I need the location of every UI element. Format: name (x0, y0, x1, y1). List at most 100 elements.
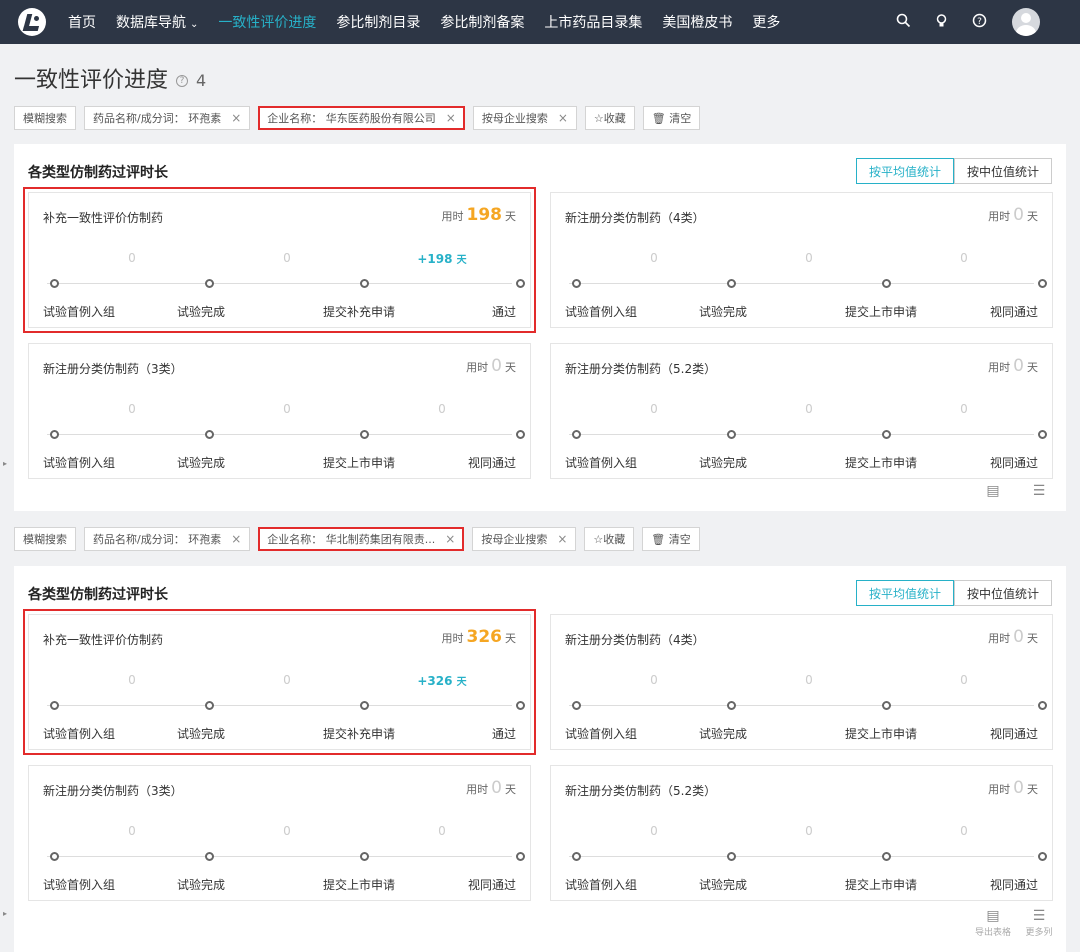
avatar[interactable] (1012, 8, 1040, 36)
timeline-node (360, 279, 369, 288)
nav-more[interactable]: 更多 (752, 12, 780, 32)
segment-value: 0 (650, 824, 658, 838)
duration-days: 198 (466, 205, 503, 225)
timeline-node (572, 430, 581, 439)
duration-label: 用时 (988, 783, 1011, 796)
segment-value: 0 (283, 402, 291, 416)
favorite-button-label: ☆收藏 (593, 112, 626, 125)
duration-card: 新注册分类仿制药（4类） 用时 0 天 0 0 0 试验首例入组 试验完成 提交上市申请 视同通过 (550, 614, 1053, 750)
nav-consistency-progress[interactable]: 一致性评价进度 (218, 12, 316, 32)
duration: 用时 0 天 (988, 778, 1038, 798)
filter-chip-label: 药品名称/成分词： 环孢素 (93, 533, 222, 546)
timeline-node (1038, 701, 1047, 710)
list-columns-icon[interactable]: ☰ (1016, 484, 1062, 498)
step-label: 试验完成 (177, 878, 226, 892)
clear-button[interactable]: 🗑 清空 (642, 106, 701, 130)
step-label: 提交上市申请 (845, 878, 918, 892)
step-label: 试验首例入组 (565, 878, 638, 892)
help-circle-icon[interactable]: ? (176, 75, 189, 87)
expand-arrow-icon[interactable]: ▸ (0, 906, 10, 922)
card-title: 补充一致性评价仿制药 (43, 633, 164, 647)
timeline-node (572, 701, 581, 710)
filter-chip[interactable]: 按母企业搜索 × (472, 106, 577, 130)
median-toggle-button[interactable]: 按中位值统计 (953, 158, 1052, 184)
segment-value: 0 (650, 402, 658, 416)
nav-reference-filing[interactable]: 参比制剂备案 (440, 12, 524, 32)
step-label: 视同通过 (989, 878, 1038, 892)
nav-orange-book[interactable]: 美国橙皮书 (662, 12, 732, 32)
duration: 用时 0 天 (466, 778, 516, 798)
timeline-node (727, 430, 736, 439)
average-toggle-button[interactable]: 按平均值统计 (855, 158, 954, 184)
median-toggle-button[interactable]: 按中位值统计 (953, 580, 1052, 606)
table-export-icon[interactable]: ▤ (970, 484, 1016, 498)
card-title: 新注册分类仿制药（3类） (43, 784, 183, 798)
segment-days: 0 (382, 402, 502, 416)
segment-value: 0 (438, 402, 446, 416)
expand-arrow-icon[interactable]: ▸ (0, 456, 10, 472)
filter-chip[interactable]: 药品名称/成分词： 环孢素 × (84, 527, 251, 551)
nav-database[interactable]: 数据库导航 ⌄ (116, 12, 198, 32)
result-count: 4 (196, 70, 207, 90)
segment-value: 0 (283, 824, 291, 838)
average-toggle-button[interactable]: 按平均值统计 (855, 580, 954, 606)
segment-days: 0 (749, 402, 869, 416)
filter-chip[interactable]: 按母企业搜索 × (472, 527, 577, 551)
segment-days: 0 (749, 251, 869, 265)
duration-label: 用时 (466, 361, 489, 374)
timeline-node (882, 852, 891, 861)
segment-value: 0 (960, 251, 968, 265)
segment-value: 0 (650, 673, 658, 687)
close-icon[interactable]: × (557, 532, 567, 546)
bulb-icon[interactable] (922, 13, 960, 32)
list-columns-icon[interactable]: ☰ 更多列 (1016, 909, 1062, 940)
help-icon[interactable]: ? (960, 13, 998, 32)
duration-unit: 天 (505, 361, 516, 374)
segment-value: 0 (805, 402, 813, 416)
filter-chip[interactable]: 企业名称： 华东医药股份有限公司 × (258, 106, 465, 130)
step-label: 试验首例入组 (43, 727, 116, 741)
duration-days: 0 (1013, 356, 1024, 376)
segment-days: 0 (227, 251, 347, 265)
segment-value: 0 (283, 673, 291, 687)
table-export-icon[interactable]: ▤ 导出表格 (970, 909, 1016, 940)
segment-days: 0 (72, 673, 192, 687)
filter-chip[interactable]: 药品名称/成分词： 环孢素 × (84, 106, 251, 130)
filter-chip[interactable]: 企业名称： 华北制药集团有限责... × (258, 527, 465, 551)
duration-label: 用时 (441, 210, 464, 223)
timeline-node (360, 430, 369, 439)
close-icon[interactable]: × (231, 532, 241, 546)
fuzzy-search-chip-label: 模糊搜索 (23, 112, 67, 125)
timeline-node (882, 701, 891, 710)
step-label: 试验完成 (699, 727, 748, 741)
segment-days: 0 (904, 251, 1024, 265)
close-icon[interactable]: × (446, 111, 456, 125)
section-title: 各类型仿制药过评时长 (28, 165, 168, 181)
step-label: 试验首例入组 (565, 305, 638, 319)
segment-value: 0 (128, 251, 136, 265)
timeline-node (205, 852, 214, 861)
timeline-node (205, 430, 214, 439)
app-logo[interactable] (18, 8, 46, 36)
fuzzy-search-chip[interactable]: 模糊搜索 (14, 106, 76, 130)
search-icon[interactable] (884, 13, 922, 32)
timeline-node (882, 279, 891, 288)
fuzzy-search-chip[interactable]: 模糊搜索 (14, 527, 76, 551)
duration-card: 新注册分类仿制药（4类） 用时 0 天 0 0 0 试验首例入组 试验完成 提交上市申请 视同通过 (550, 192, 1053, 328)
favorite-button[interactable]: ☆收藏 (584, 527, 635, 551)
close-icon[interactable]: × (558, 111, 568, 125)
segment-value: 0 (438, 824, 446, 838)
timeline-node (360, 852, 369, 861)
nav-home[interactable]: 首页 (68, 12, 96, 32)
timeline-line (569, 705, 1034, 706)
close-icon[interactable]: × (231, 111, 241, 125)
clear-button-label: 🗑 清空 (651, 533, 691, 546)
favorite-button[interactable]: ☆收藏 (584, 106, 635, 130)
duration-unit: 天 (1027, 361, 1038, 374)
segment-value: +326 (417, 674, 453, 688)
clear-button[interactable]: 🗑 清空 (642, 527, 700, 551)
nav-marketed-catalog[interactable]: 上市药品目录集 (544, 12, 642, 32)
nav-reference-catalog[interactable]: 参比制剂目录 (336, 12, 420, 32)
stat-mode-toggle: 按平均值统计 按中位值统计 (855, 580, 1052, 606)
close-icon[interactable]: × (445, 532, 455, 546)
